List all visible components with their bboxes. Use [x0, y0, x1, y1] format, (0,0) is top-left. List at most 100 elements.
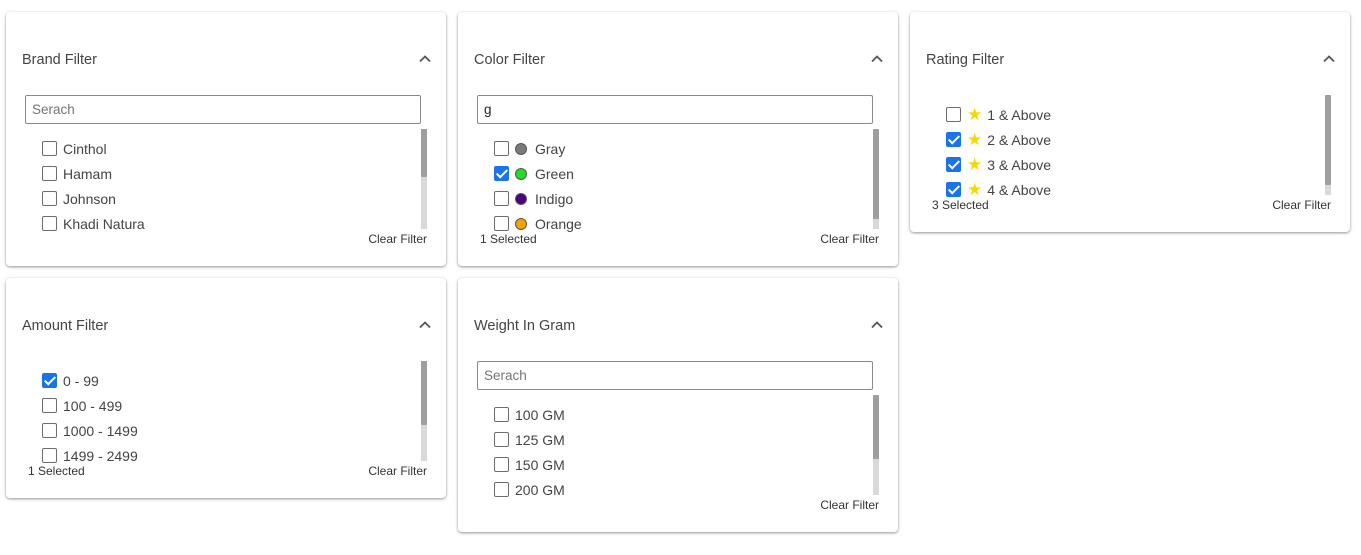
rating-option-label: 1 & Above: [987, 106, 1052, 123]
checkbox[interactable]: [494, 141, 509, 156]
amount-filter-title: Amount Filter: [22, 318, 109, 334]
checkbox[interactable]: [494, 407, 509, 422]
rating-option-label: 3 & Above: [987, 156, 1052, 173]
weight-option[interactable]: 100 GM: [494, 402, 844, 427]
brand-clear-filter-button[interactable]: Clear Filter: [368, 232, 427, 246]
rating-option[interactable]: ★ 1 & Above: [946, 102, 1296, 127]
color-option[interactable]: Orange: [494, 211, 844, 236]
brand-option-label: Johnson: [63, 190, 116, 207]
amount-filter-card: Amount Filter 0 - 99 100 - 499 1000 - 14…: [6, 278, 446, 498]
brand-option-label: Hamam: [63, 165, 113, 182]
brand-search-input[interactable]: [25, 95, 421, 124]
rating-option-label: 4 & Above: [987, 181, 1052, 198]
checkbox[interactable]: [42, 423, 57, 438]
checkbox[interactable]: [42, 448, 57, 463]
amount-scrollbar[interactable]: [421, 361, 427, 461]
weight-option[interactable]: 125 GM: [494, 427, 844, 452]
amount-option[interactable]: 1000 - 1499: [42, 418, 392, 443]
brand-option[interactable]: Cinthol: [42, 136, 392, 161]
color-swatch-icon: [515, 217, 527, 230]
weight-filter-card: Weight In Gram 100 GM 125 GM 150 GM 200 …: [458, 278, 898, 532]
rating-selected-count: 3 Selected: [932, 198, 989, 212]
rating-option[interactable]: ★ 2 & Above: [946, 127, 1296, 152]
amount-option[interactable]: 100 - 499: [42, 393, 392, 418]
color-filter-title: Color Filter: [474, 52, 545, 68]
checkbox-checked[interactable]: [42, 373, 57, 388]
chevron-up-icon[interactable]: [418, 318, 432, 332]
brand-filter-card: Brand Filter Cinthol Hamam Johnson Khadi…: [6, 12, 446, 266]
color-option[interactable]: Gray: [494, 136, 844, 161]
weight-scrollbar[interactable]: [873, 395, 879, 495]
rating-filter-card: Rating Filter ★ 1 & Above ★ 2 & Above ★ …: [910, 12, 1350, 232]
weight-option-label: 100 GM: [515, 406, 565, 423]
brand-scrollbar-thumb[interactable]: [421, 129, 427, 177]
color-options-list: Gray Green Indigo Orange: [494, 136, 844, 236]
chevron-up-icon[interactable]: [870, 52, 884, 66]
rating-clear-filter-button[interactable]: Clear Filter: [1272, 198, 1331, 212]
color-option-label: Orange: [535, 215, 582, 232]
checkbox[interactable]: [946, 107, 961, 122]
color-scrollbar[interactable]: [873, 129, 879, 229]
checkbox-checked[interactable]: [946, 182, 961, 197]
amount-option[interactable]: 0 - 99: [42, 368, 392, 393]
brand-option-label: Khadi Natura: [63, 215, 145, 232]
chevron-up-icon[interactable]: [418, 52, 432, 66]
rating-filter-title: Rating Filter: [926, 52, 1005, 68]
color-option-label: Indigo: [535, 190, 574, 207]
color-search-input[interactable]: [477, 95, 873, 124]
color-option[interactable]: Green: [494, 161, 844, 186]
checkbox[interactable]: [42, 191, 57, 206]
weight-search-input[interactable]: [477, 361, 873, 390]
brand-scrollbar[interactable]: [421, 129, 427, 229]
checkbox[interactable]: [494, 191, 509, 206]
checkbox[interactable]: [42, 216, 57, 231]
rating-options-list: ★ 1 & Above ★ 2 & Above ★ 3 & Above ★ 4 …: [946, 102, 1296, 202]
weight-option[interactable]: 200 GM: [494, 477, 844, 502]
color-option[interactable]: Indigo: [494, 186, 844, 211]
brand-option[interactable]: Khadi Natura: [42, 211, 392, 236]
checkbox[interactable]: [494, 482, 509, 497]
star-icon: ★: [967, 130, 983, 149]
checkbox[interactable]: [494, 432, 509, 447]
rating-scrollbar-thumb[interactable]: [1325, 95, 1331, 185]
brand-options-list: Cinthol Hamam Johnson Khadi Natura: [42, 136, 392, 236]
checkbox-checked[interactable]: [946, 132, 961, 147]
amount-option[interactable]: 1499 - 2499: [42, 443, 392, 468]
star-icon: ★: [967, 180, 983, 199]
rating-option[interactable]: ★ 3 & Above: [946, 152, 1296, 177]
brand-option-label: Cinthol: [63, 140, 107, 157]
weight-clear-filter-button[interactable]: Clear Filter: [820, 498, 879, 512]
amount-option-label: 0 - 99: [63, 372, 99, 389]
weight-scrollbar-thumb[interactable]: [873, 395, 879, 459]
checkbox-checked[interactable]: [946, 157, 961, 172]
weight-options-list: 100 GM 125 GM 150 GM 200 GM: [494, 402, 844, 502]
color-clear-filter-button[interactable]: Clear Filter: [820, 232, 879, 246]
color-swatch-icon: [515, 142, 527, 155]
rating-scrollbar[interactable]: [1325, 95, 1331, 195]
brand-option[interactable]: Johnson: [42, 186, 392, 211]
star-icon: ★: [967, 105, 983, 124]
checkbox[interactable]: [42, 398, 57, 413]
amount-scrollbar-thumb[interactable]: [421, 361, 427, 425]
chevron-up-icon[interactable]: [1322, 52, 1336, 66]
checkbox[interactable]: [42, 166, 57, 181]
amount-selected-count: 1 Selected: [28, 464, 85, 478]
weight-option[interactable]: 150 GM: [494, 452, 844, 477]
color-swatch-icon: [515, 192, 527, 205]
weight-option-label: 125 GM: [515, 431, 565, 448]
weight-filter-title: Weight In Gram: [474, 318, 576, 334]
amount-option-label: 100 - 499: [63, 397, 123, 414]
color-swatch-icon: [515, 167, 527, 180]
chevron-up-icon[interactable]: [870, 318, 884, 332]
checkbox[interactable]: [42, 141, 57, 156]
color-option-label: Green: [535, 165, 574, 182]
rating-option-label: 2 & Above: [987, 131, 1052, 148]
checkbox[interactable]: [494, 216, 509, 231]
amount-option-label: 1499 - 2499: [63, 447, 138, 464]
color-scrollbar-thumb[interactable]: [873, 129, 879, 219]
rating-option[interactable]: ★ 4 & Above: [946, 177, 1296, 202]
amount-clear-filter-button[interactable]: Clear Filter: [368, 464, 427, 478]
brand-option[interactable]: Hamam: [42, 161, 392, 186]
checkbox[interactable]: [494, 457, 509, 472]
checkbox-checked[interactable]: [494, 166, 509, 181]
